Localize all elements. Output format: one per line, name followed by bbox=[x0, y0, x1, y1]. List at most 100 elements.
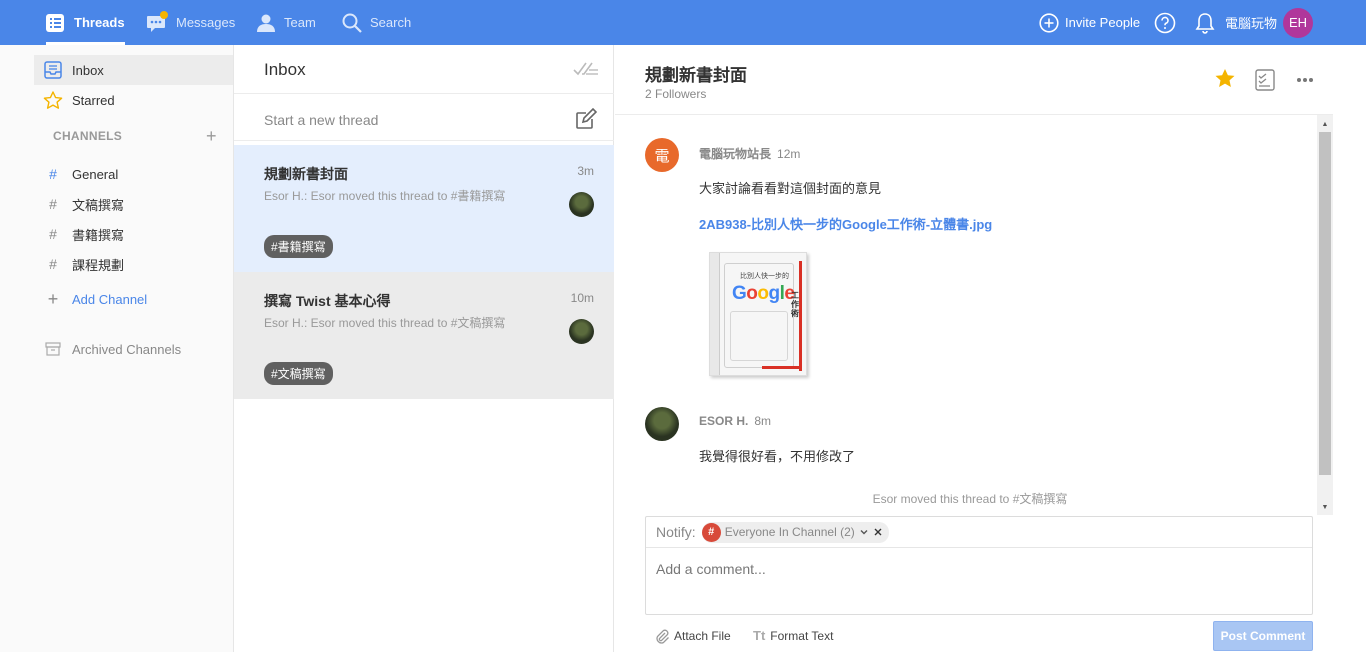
nav-threads[interactable]: Threads bbox=[46, 0, 125, 45]
sidebar-item-channel[interactable]: # General bbox=[34, 159, 233, 189]
channel-tag[interactable]: #書籍撰寫 bbox=[264, 235, 333, 258]
add-channel-button[interactable]: + Add Channel bbox=[34, 284, 233, 314]
new-thread-placeholder[interactable]: Start a new thread bbox=[264, 112, 378, 128]
team-icon bbox=[257, 14, 275, 32]
close-icon[interactable] bbox=[873, 527, 883, 537]
notifications-button[interactable] bbox=[1195, 0, 1215, 45]
channel-tag[interactable]: #文稿撰寫 bbox=[264, 362, 333, 385]
hash-icon: # bbox=[49, 166, 57, 182]
threads-icon bbox=[46, 13, 64, 32]
sidebar-item-channel[interactable]: # 書籍撰寫 bbox=[34, 219, 233, 249]
sidebar-item-starred[interactable]: Starred bbox=[34, 85, 233, 115]
format-text-label: Format Text bbox=[770, 628, 834, 643]
notify-row: Notify: # Everyone In Channel (2) bbox=[646, 517, 1312, 548]
post-comment-button[interactable]: Post Comment bbox=[1213, 621, 1313, 651]
thread-snippet: Esor H.: Esor moved this thread to #書籍撰寫 bbox=[264, 189, 506, 203]
hash-icon: # bbox=[49, 256, 57, 272]
format-text-button[interactable]: Tt Format Text bbox=[753, 628, 833, 643]
chevron-down-icon[interactable] bbox=[859, 527, 869, 537]
nav-messages-label: Messages bbox=[176, 15, 236, 30]
book-subtitle: 比別人快一步的 bbox=[740, 273, 789, 280]
bell-icon bbox=[1195, 12, 1215, 34]
star-filled-icon[interactable] bbox=[1214, 68, 1236, 89]
notify-recipients-chip[interactable]: # Everyone In Channel (2) bbox=[701, 521, 889, 543]
sidebar-item-channel[interactable]: # 文稿撰寫 bbox=[34, 189, 233, 219]
avatar[interactable]: EH bbox=[1283, 7, 1313, 38]
avatar[interactable]: 電 bbox=[645, 138, 679, 172]
avatar bbox=[569, 319, 594, 344]
page-title: 規劃新書封面 bbox=[645, 66, 747, 85]
book-google-word: Google bbox=[732, 283, 795, 304]
nav-team[interactable]: Team bbox=[256, 0, 316, 45]
thread-snippet: Esor H.: Esor moved this thread to #文稿撰寫 bbox=[264, 316, 506, 330]
scroll-down-arrow-icon[interactable]: ▼ bbox=[1317, 500, 1333, 514]
format-text-icon: Tt bbox=[753, 628, 766, 643]
notify-chip-label: Everyone In Channel (2) bbox=[724, 525, 855, 539]
scroll-up-arrow-icon[interactable]: ▲ bbox=[1317, 117, 1333, 131]
help-button[interactable] bbox=[1154, 0, 1176, 45]
thread-detail-header: 規劃新書封面 2 Followers bbox=[615, 45, 1333, 115]
more-options-icon[interactable] bbox=[1296, 77, 1314, 83]
archived-channels-label: Archived Channels bbox=[72, 341, 182, 357]
sidebar-item-label: 文稿撰寫 bbox=[72, 197, 125, 213]
invite-people-button[interactable]: Invite People bbox=[1039, 0, 1140, 45]
compose-icon[interactable] bbox=[575, 108, 597, 130]
help-icon bbox=[1154, 12, 1176, 33]
new-thread-row[interactable]: Start a new thread bbox=[234, 97, 614, 141]
comment-input[interactable] bbox=[656, 561, 1296, 577]
nav-search[interactable]: Search bbox=[342, 0, 411, 45]
workspace-name[interactable]: 電腦玩物 bbox=[1225, 0, 1277, 45]
add-channel-plus-icon[interactable]: + bbox=[206, 127, 217, 145]
sidebar-item-label: 課程規劃 bbox=[72, 257, 125, 273]
nav-team-label: Team bbox=[284, 15, 316, 30]
sidebar-item-channel[interactable]: # 課程規劃 bbox=[34, 249, 233, 279]
nav-messages[interactable]: Messages bbox=[146, 0, 235, 45]
plus-circle-icon bbox=[1039, 12, 1059, 33]
plus-icon: + bbox=[47, 288, 59, 309]
thread-title: 撰寫 Twist 基本心得 bbox=[264, 293, 391, 309]
message-body: 我覺得很好看，不用修改了 bbox=[699, 449, 856, 464]
book-spine bbox=[710, 253, 720, 375]
sidebar-item-label: Inbox bbox=[72, 62, 104, 78]
sidebar-item-inbox[interactable]: Inbox bbox=[34, 55, 233, 85]
user-menu[interactable]: EH bbox=[1283, 0, 1313, 45]
sidebar-item-label: Starred bbox=[72, 92, 115, 108]
paperclip-icon bbox=[656, 629, 669, 644]
comment-composer: Notify: # Everyone In Channel (2) bbox=[645, 516, 1313, 615]
message-author[interactable]: ESOR H. 8m bbox=[699, 414, 771, 428]
mark-all-read-icon[interactable] bbox=[573, 61, 599, 77]
avatar bbox=[569, 192, 594, 217]
attach-file-button[interactable]: Attach File bbox=[655, 628, 731, 644]
book-decoration bbox=[730, 311, 788, 361]
notify-label: Notify: bbox=[656, 524, 696, 540]
avatar[interactable] bbox=[645, 407, 679, 441]
book-decoration bbox=[799, 261, 802, 371]
nav-search-label: Search bbox=[370, 15, 412, 30]
attachment-thumbnail[interactable]: 比別人快一步的 Google 工作術 bbox=[709, 252, 807, 376]
todoist-icon[interactable] bbox=[1255, 69, 1275, 91]
thread-list: Inbox Start a new thread 規劃新書封面 3m Esor … bbox=[234, 45, 614, 652]
message-time: 8m bbox=[754, 414, 772, 428]
messages-icon bbox=[146, 10, 168, 33]
sidebar: Inbox Starred CHANNELS + # General # 文稿撰… bbox=[0, 45, 234, 652]
attachment-link[interactable]: 2AB938-比別人快一步的Google工作術-立體書.jpg bbox=[699, 214, 992, 233]
thread-list-header: Inbox bbox=[234, 45, 614, 94]
star-outline-icon bbox=[34, 90, 72, 110]
thread-title: 規劃新書封面 bbox=[264, 166, 348, 182]
thread-item[interactable]: 規劃新書封面 3m Esor H.: Esor moved this threa… bbox=[234, 145, 614, 272]
sidebar-item-label: 書籍撰寫 bbox=[72, 227, 125, 243]
thread-item[interactable]: 撰寫 Twist 基本心得 10m Esor H.: Esor moved th… bbox=[234, 272, 614, 399]
scrollbar-thumb[interactable] bbox=[1319, 132, 1331, 475]
message-time: 12m bbox=[777, 147, 801, 161]
archived-channels-link[interactable]: Archived Channels bbox=[34, 334, 233, 364]
unread-dot-icon bbox=[160, 10, 168, 19]
message-author[interactable]: 電腦玩物站長 12m bbox=[699, 145, 800, 162]
search-icon bbox=[342, 13, 362, 33]
inbox-icon bbox=[34, 61, 72, 79]
message-author-name: 電腦玩物站長 bbox=[699, 147, 772, 161]
thread-time: 10m bbox=[570, 291, 594, 305]
sidebar-item-label: General bbox=[72, 166, 119, 182]
followers-count[interactable]: 2 Followers bbox=[645, 87, 706, 101]
message-body: 大家討論看看對這個封面的意見 bbox=[699, 181, 882, 196]
channel-hash-icon: # bbox=[701, 522, 721, 542]
